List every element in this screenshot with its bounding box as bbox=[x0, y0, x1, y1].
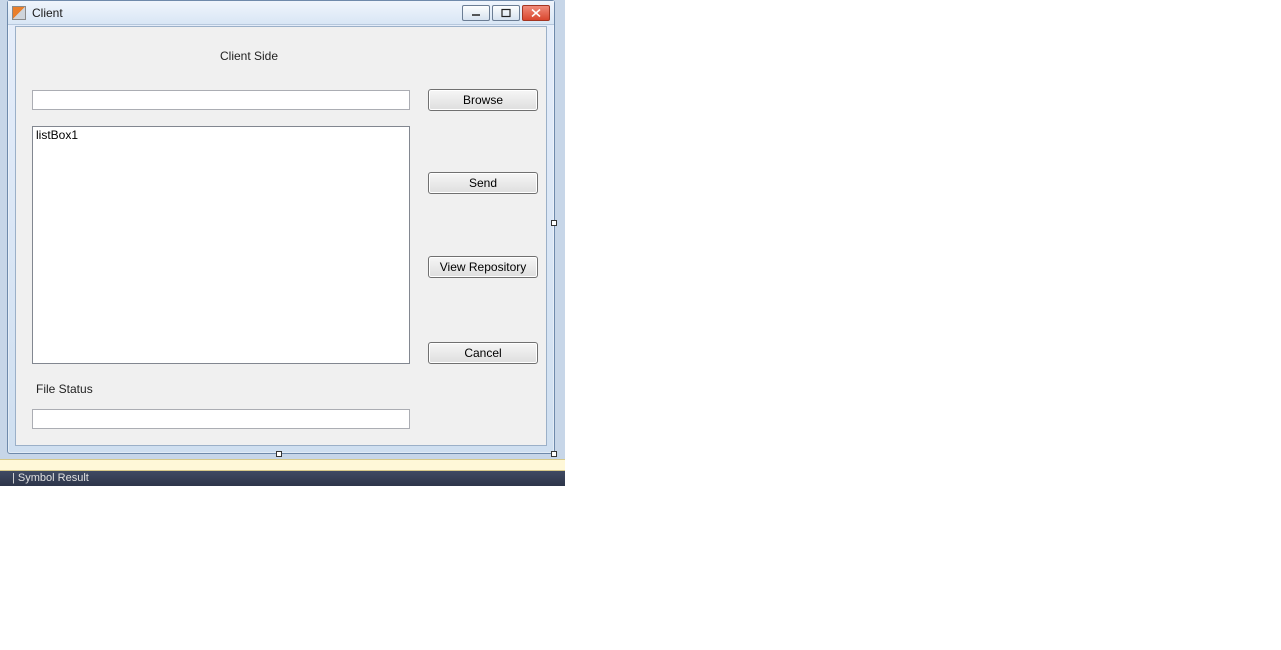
close-button[interactable] bbox=[522, 5, 550, 21]
form-client-area: Client Side listBox1 File Status Browse … bbox=[15, 26, 547, 446]
list-item[interactable]: listBox1 bbox=[36, 128, 406, 142]
minimize-button[interactable] bbox=[462, 5, 490, 21]
file-path-input[interactable] bbox=[32, 90, 410, 110]
window-control-buttons bbox=[462, 5, 550, 21]
file-listbox[interactable]: listBox1 bbox=[32, 126, 410, 364]
send-button[interactable]: Send bbox=[428, 172, 538, 194]
form-heading: Client Side bbox=[220, 49, 278, 63]
maximize-icon bbox=[500, 8, 512, 18]
view-repository-button-label: View Repository bbox=[440, 260, 526, 274]
file-status-label: File Status bbox=[36, 382, 93, 396]
close-icon bbox=[530, 8, 542, 18]
designer-resize-handle-right[interactable] bbox=[551, 220, 557, 226]
ide-bottom-panel: | Symbol Result bbox=[0, 471, 565, 486]
send-button-label: Send bbox=[469, 176, 497, 190]
minimize-icon bbox=[470, 8, 482, 18]
window-title: Client bbox=[32, 6, 63, 20]
window-titlebar[interactable]: Client bbox=[8, 1, 554, 25]
browse-button[interactable]: Browse bbox=[428, 89, 538, 111]
browse-button-label: Browse bbox=[463, 93, 503, 107]
maximize-button[interactable] bbox=[492, 5, 520, 21]
cancel-button-label: Cancel bbox=[464, 346, 501, 360]
view-repository-button[interactable]: View Repository bbox=[428, 256, 538, 278]
ide-separator-strip bbox=[0, 459, 565, 471]
cancel-button[interactable]: Cancel bbox=[428, 342, 538, 364]
file-status-input[interactable] bbox=[32, 409, 410, 429]
designer-resize-handle-bottom[interactable] bbox=[276, 451, 282, 457]
ide-bottom-panel-text: | Symbol Result bbox=[12, 472, 89, 484]
client-window: Client Client Side listBox1 File Status … bbox=[7, 0, 555, 454]
designer-resize-handle-corner[interactable] bbox=[551, 451, 557, 457]
app-icon bbox=[12, 6, 26, 20]
